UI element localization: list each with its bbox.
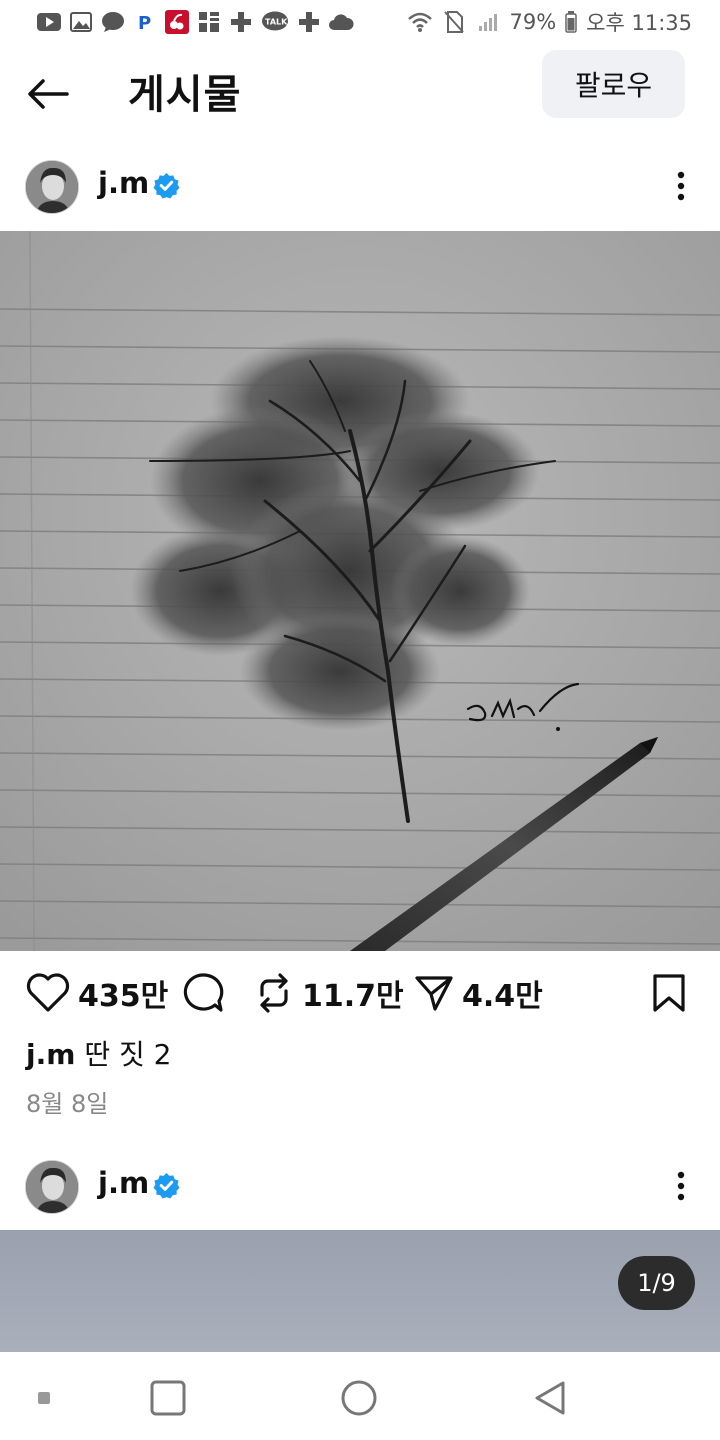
username-2[interactable]: j.m <box>98 1166 149 1200</box>
more-icon <box>677 171 685 201</box>
more-icon-2 <box>677 1171 685 1201</box>
share-count: 4.4만 <box>462 979 543 1014</box>
bookmark-button[interactable] <box>651 962 687 1024</box>
caption-username[interactable]: j.m <box>26 1038 75 1071</box>
post-date: 8월 8일 <box>26 1090 109 1118</box>
verified-icon <box>153 172 180 199</box>
post-image[interactable] <box>0 231 720 951</box>
repost-icon <box>260 973 288 1013</box>
repost-count: 11.7만 <box>302 979 404 1014</box>
post-actions: 435만 11.7만 4.4만 <box>0 962 720 1024</box>
avatar[interactable] <box>25 160 79 214</box>
battery-percent: 79% <box>509 10 557 34</box>
system-status: 79% 오후 11:35 <box>407 7 692 37</box>
chat-bubble-icon <box>100 11 126 33</box>
kakaotalk-icon: TALK <box>260 11 290 33</box>
home-button[interactable] <box>335 1374 383 1422</box>
cherry-icon <box>164 10 190 34</box>
svg-text:P: P <box>138 13 151 33</box>
comment-icon <box>183 973 224 1012</box>
app-bar: 게시물 팔로우 <box>0 46 720 136</box>
caption-text: 딴 짓 2 <box>84 1038 172 1071</box>
system-nav-bar <box>0 1352 720 1440</box>
home-icon <box>341 1380 377 1416</box>
bookmark-icon <box>653 974 685 1012</box>
svg-text:TALK: TALK <box>265 18 288 27</box>
dot-icon <box>38 1392 50 1404</box>
avatar-2[interactable] <box>25 1160 79 1214</box>
no-sim-icon <box>441 11 467 33</box>
plus-app-icon <box>228 11 254 33</box>
post-header-2: j.m <box>0 1146 720 1226</box>
username[interactable]: j.m <box>98 166 149 200</box>
like-count: 435만 <box>78 979 169 1014</box>
heart-icon <box>26 973 70 1012</box>
cloud-icon <box>328 11 354 33</box>
battery-icon <box>564 11 578 33</box>
follow-button[interactable]: 팔로우 <box>542 50 685 118</box>
youtube-icon <box>36 11 62 33</box>
signal-icon <box>475 11 501 33</box>
wifi-icon <box>407 11 433 33</box>
back-nav-button[interactable] <box>526 1374 574 1422</box>
pay-icon: P <box>132 11 158 33</box>
carousel-counter: 1/9 <box>618 1256 695 1310</box>
post-header: j.m <box>0 146 720 226</box>
notification-icons: P TALK <box>36 10 354 34</box>
post-caption: j.m 딴 짓 2 <box>26 1033 171 1073</box>
grid-app-icon <box>196 11 222 33</box>
nav-dot-button[interactable] <box>20 1374 68 1422</box>
more-options-button-2[interactable] <box>664 1166 698 1206</box>
status-bar: P TALK 79% 오후 11:35 <box>0 0 720 44</box>
more-options-button[interactable] <box>664 166 698 206</box>
post-image-2[interactable] <box>0 1230 720 1352</box>
back-triangle-icon <box>535 1381 565 1415</box>
back-button[interactable] <box>22 68 74 120</box>
recents-icon <box>150 1380 186 1416</box>
clock: 오후 11:35 <box>586 11 692 35</box>
gallery-icon <box>68 11 94 33</box>
send-icon <box>415 976 453 1011</box>
page-title: 게시물 <box>128 72 242 118</box>
verified-icon-2 <box>153 1172 180 1199</box>
repost-button[interactable]: 11.7만 <box>254 962 404 1024</box>
like-button[interactable]: 435만 <box>26 962 168 1024</box>
share-button[interactable]: 4.4만 <box>414 962 543 1024</box>
plus-app-icon-2 <box>296 11 322 33</box>
comment-button[interactable] <box>182 962 224 1024</box>
back-arrow-icon <box>28 79 69 109</box>
recents-button[interactable] <box>144 1374 192 1422</box>
